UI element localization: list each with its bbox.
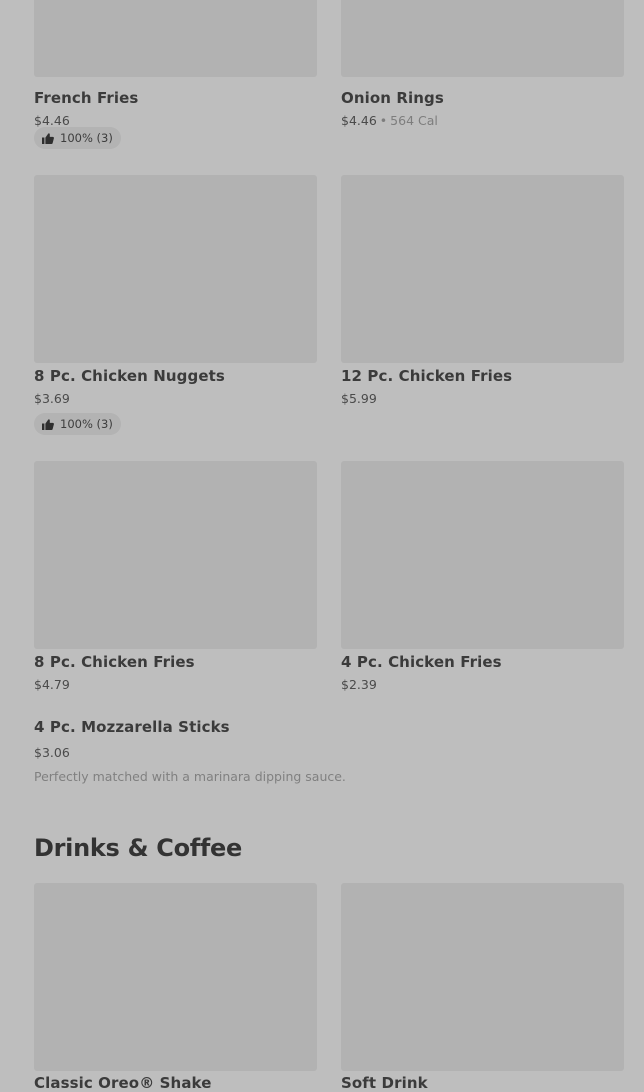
item-image: [341, 0, 624, 77]
item-image: [341, 461, 624, 649]
item-price: $2.39: [341, 677, 377, 692]
item-calories: 564 Cal: [390, 113, 438, 128]
item-image: [34, 0, 317, 77]
item-image: [341, 175, 624, 363]
item-image: [34, 883, 317, 1071]
item-price-line: $5.99: [341, 391, 377, 406]
separator-dot: •: [379, 113, 388, 128]
item-name: 4 Pc. Mozzarella Sticks: [34, 718, 230, 736]
item-price: $4.79: [34, 677, 70, 692]
rating-text: 100% (3): [60, 131, 113, 145]
item-name: Onion Rings: [341, 89, 444, 107]
item-price-line: $2.39: [341, 677, 377, 692]
item-price-line: $4.46: [34, 113, 70, 128]
item-name: Soft Drink: [341, 1074, 428, 1092]
rating-badge: 100% (3): [34, 413, 121, 435]
item-price-line: $3.69: [34, 391, 70, 406]
item-image: [34, 461, 317, 649]
item-name: French Fries: [34, 89, 139, 107]
thumbs-up-icon: [42, 132, 54, 144]
item-description: Perfectly matched with a marinara dippin…: [34, 769, 346, 784]
item-name: 8 Pc. Chicken Nuggets: [34, 367, 225, 385]
item-price-line: $4.46 • 564 Cal: [341, 113, 438, 128]
rating-text: 100% (3): [60, 417, 113, 431]
item-image: [34, 175, 317, 363]
item-price: $3.69: [34, 391, 70, 406]
rating-badge: 100% (3): [34, 127, 121, 149]
item-price-line: $4.79: [34, 677, 70, 692]
item-price: $5.99: [341, 391, 377, 406]
item-name: 4 Pc. Chicken Fries: [341, 653, 502, 671]
item-price: $4.46: [341, 113, 377, 128]
item-image: [341, 883, 624, 1071]
section-title-drinks-coffee: Drinks & Coffee: [34, 834, 242, 862]
item-name: 8 Pc. Chicken Fries: [34, 653, 195, 671]
item-name: 12 Pc. Chicken Fries: [341, 367, 513, 385]
item-price: $3.06: [34, 745, 70, 760]
thumbs-up-icon: [42, 418, 54, 430]
item-price: $4.46: [34, 113, 70, 128]
item-name: Classic Oreo® Shake: [34, 1074, 212, 1092]
